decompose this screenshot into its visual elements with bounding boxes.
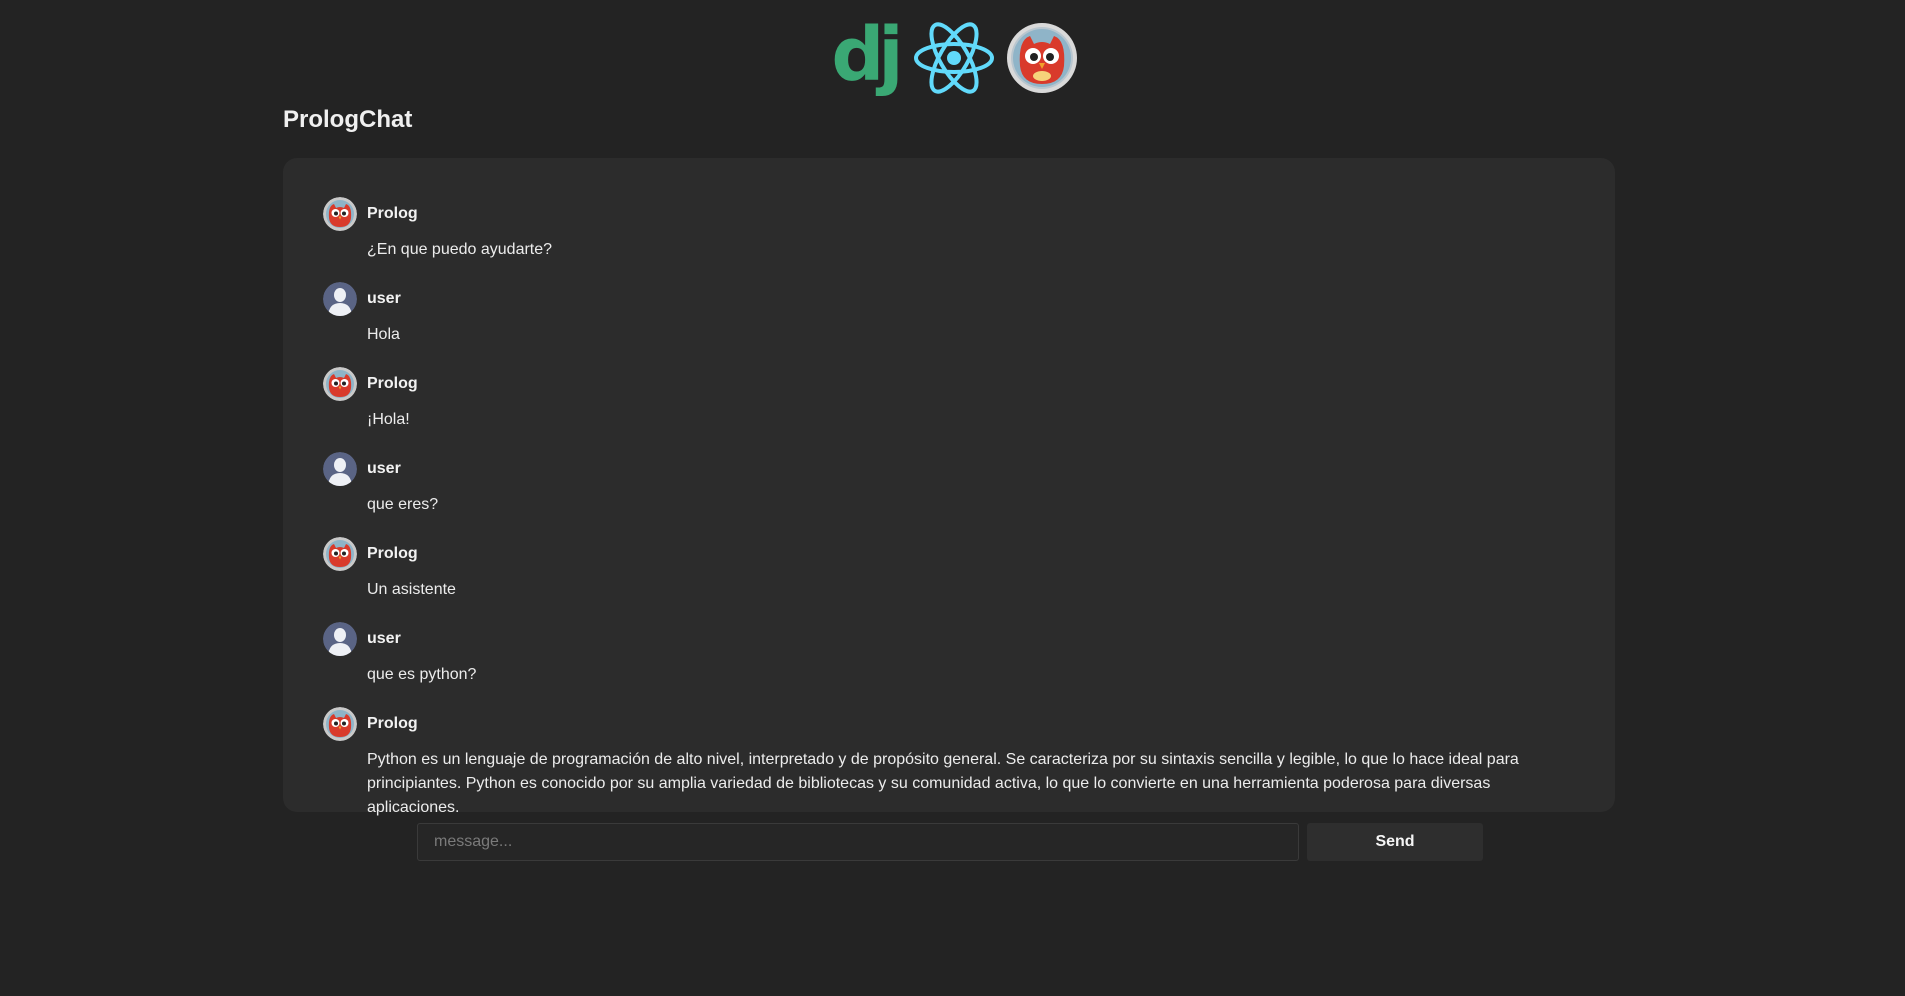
owl-avatar-icon [323,537,357,571]
message-text: que es python? [367,666,477,683]
message-header: Prolog [323,536,1575,572]
message-author: Prolog [367,715,418,732]
chat-message: Prolog ¡Hola! [323,366,1575,432]
message-text: Python es un lenguaje de programación de… [367,751,1519,816]
message-header: Prolog [323,366,1575,402]
chat-panel: Prolog ¿En que puedo ayudarte? user Hola P… [283,158,1615,816]
message-author: user [367,630,401,647]
react-logo [913,22,994,94]
message-header: Prolog [323,706,1575,742]
user-avatar-icon [323,452,357,486]
message-header: user [323,281,1575,317]
message-author: user [367,290,401,307]
owl-avatar-icon [323,707,357,741]
user-avatar-icon [323,622,357,656]
message-input[interactable] [417,823,1299,861]
message-author: Prolog [367,545,418,562]
message-text: ¿En que puedo ayudarte? [367,241,553,258]
message-header: user [323,621,1575,657]
logo-bar: dj [0,18,1905,98]
message-composer: Send [417,823,1483,861]
user-avatar-icon [323,282,357,316]
owl-avatar-icon [323,197,357,231]
message-header: user [323,451,1575,487]
message-author: Prolog [367,205,418,222]
app-page: dj PrologChat Prolog ¿En que puedo ayuda… [0,0,1905,996]
chat-message: Prolog Python es un lenguaje de programac… [323,706,1575,820]
message-author: Prolog [367,375,418,392]
prolog-owl-logo [1006,23,1077,93]
chat-message: Prolog ¿En que puedo ayudarte? [323,196,1575,262]
message-author: user [367,460,401,477]
message-header: Prolog [323,196,1575,232]
message-text: Hola [367,326,400,343]
chat-message: user Hola [323,281,1575,347]
send-button[interactable]: Send [1307,823,1483,861]
message-text: ¡Hola! [367,411,410,428]
chat-message: Prolog Un asistente [323,536,1575,602]
message-text: Un asistente [367,581,456,598]
chat-message: user que eres? [323,451,1575,517]
chat-message: user que es python? [323,621,1575,687]
page-title: PrologChat [283,106,413,133]
django-logo: dj [831,12,903,98]
message-text: que eres? [367,496,439,513]
owl-avatar-icon [323,367,357,401]
